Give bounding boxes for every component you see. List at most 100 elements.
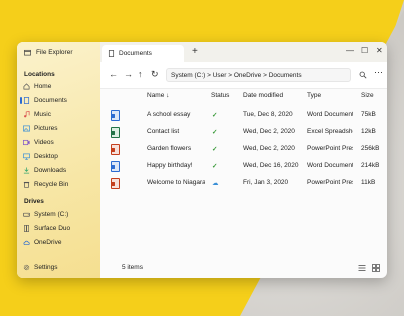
table-row[interactable]: Welcome to Niagara ☁ Fri, Jan 3, 2020 Po… bbox=[100, 174, 387, 191]
file-name: Happy birthday! bbox=[147, 162, 193, 169]
recycle-bin-icon bbox=[23, 181, 30, 188]
gear-icon bbox=[23, 264, 30, 271]
file-type: Word Document bbox=[307, 111, 353, 118]
sidebar-item-system-c[interactable]: System (C:) bbox=[23, 209, 97, 220]
table-row[interactable]: Garden flowers ✓ Wed, Dec 2, 2020 PowerP… bbox=[100, 140, 387, 157]
file-size: 256kB bbox=[361, 145, 380, 152]
cloud-status-icon: ☁ bbox=[212, 180, 219, 187]
file-date: Tue, Dec 8, 2020 bbox=[243, 111, 293, 118]
file-name: Contact list bbox=[147, 128, 180, 135]
file-name: A school essay bbox=[147, 111, 191, 118]
sidebar-item-label: Home bbox=[34, 83, 52, 90]
address-toolbar: ← → ↑ ↻ System (C:) > User > OneDrive > … bbox=[100, 62, 387, 89]
tab-label: Documents bbox=[119, 50, 152, 57]
sidebar-item-label: Videos bbox=[34, 139, 54, 146]
word-file-icon bbox=[111, 161, 120, 172]
desktop-icon bbox=[23, 153, 30, 160]
sidebar-item-label: OneDrive bbox=[34, 239, 62, 246]
address-bar[interactable]: System (C:) > User > OneDrive > Document… bbox=[166, 68, 351, 82]
column-header-type[interactable]: Type bbox=[307, 92, 321, 99]
download-icon bbox=[23, 167, 30, 174]
app-title: File Explorer bbox=[24, 49, 72, 56]
file-date: Wed, Dec 16, 2020 bbox=[243, 162, 299, 169]
drive-icon bbox=[23, 212, 30, 217]
sort-arrow-icon: ↓ bbox=[166, 92, 170, 99]
sidebar-item-pictures[interactable]: Pictures bbox=[23, 123, 97, 134]
column-header-status[interactable]: Status bbox=[211, 92, 229, 99]
sidebar-item-label: System (C:) bbox=[34, 211, 69, 218]
document-icon bbox=[23, 97, 30, 104]
file-date: Wed, Dec 2, 2020 bbox=[243, 145, 295, 152]
sidebar: File Explorer Locations Home Documents M… bbox=[17, 42, 100, 278]
back-button[interactable]: ← bbox=[109, 70, 118, 79]
sync-status-icon: ✓ bbox=[212, 112, 218, 119]
column-headers: Name ↓ Status Date modified Type Size bbox=[100, 88, 387, 104]
sidebar-item-music[interactable]: Music bbox=[23, 109, 97, 120]
excel-file-icon bbox=[111, 127, 120, 138]
column-header-name[interactable]: Name ↓ bbox=[147, 92, 169, 99]
status-bar: 5 items bbox=[100, 258, 387, 278]
address-path: System (C:) > User > OneDrive > Document… bbox=[171, 71, 302, 79]
sidebar-item-desktop[interactable]: Desktop bbox=[23, 151, 97, 162]
close-button[interactable]: ✕ bbox=[376, 46, 383, 55]
app-title-label: File Explorer bbox=[36, 49, 73, 56]
powerpoint-file-icon bbox=[111, 178, 120, 189]
tab-bar: Documents + — ☐ ✕ bbox=[100, 42, 387, 62]
table-row[interactable]: Contact list ✓ Wed, Dec 2, 2020 Excel Sp… bbox=[100, 123, 387, 140]
sidebar-item-label: Desktop bbox=[34, 153, 58, 160]
details-view-icon[interactable] bbox=[358, 264, 366, 272]
drives-heading: Drives bbox=[24, 198, 44, 205]
phone-icon bbox=[24, 225, 29, 232]
main-pane: Documents + — ☐ ✕ ← → ↑ ↻ System (C:) > … bbox=[100, 42, 387, 278]
sidebar-item-documents[interactable]: Documents bbox=[20, 95, 97, 106]
file-type: Excel Spreadsheet bbox=[307, 128, 353, 135]
file-date: Fri, Jan 3, 2020 bbox=[243, 179, 289, 186]
file-type: PowerPoint Presentation bbox=[307, 145, 353, 152]
sidebar-item-surface-duo[interactable]: Surface Duo bbox=[23, 223, 97, 234]
powerpoint-file-icon bbox=[111, 144, 120, 155]
settings-label: Settings bbox=[34, 264, 58, 271]
minimize-button[interactable]: — bbox=[346, 46, 354, 55]
video-icon bbox=[23, 139, 30, 146]
item-count: 5 items bbox=[122, 264, 143, 271]
home-icon bbox=[23, 83, 30, 90]
sidebar-item-recycle-bin[interactable]: Recycle Bin bbox=[23, 179, 97, 190]
sidebar-item-videos[interactable]: Videos bbox=[23, 137, 97, 148]
document-icon bbox=[108, 50, 115, 57]
new-tab-button[interactable]: + bbox=[192, 46, 198, 57]
column-header-size[interactable]: Size bbox=[361, 92, 374, 99]
sidebar-item-label: Recycle Bin bbox=[34, 181, 69, 188]
table-row[interactable]: Happy birthday! ✓ Wed, Dec 16, 2020 Word… bbox=[100, 157, 387, 174]
file-name: Welcome to Niagara bbox=[147, 179, 205, 186]
file-name: Garden flowers bbox=[147, 145, 192, 152]
file-size: 12kB bbox=[361, 128, 376, 135]
more-options-button[interactable]: ⋯ bbox=[374, 68, 383, 77]
file-explorer-window: File Explorer Locations Home Documents M… bbox=[17, 42, 387, 278]
sidebar-item-label: Surface Duo bbox=[34, 225, 71, 232]
search-icon[interactable] bbox=[359, 71, 367, 79]
refresh-button[interactable]: ↻ bbox=[151, 70, 159, 79]
settings-button[interactable]: Settings bbox=[23, 262, 97, 273]
tiles-view-icon[interactable] bbox=[372, 264, 380, 272]
sidebar-item-label: Documents bbox=[34, 97, 67, 104]
table-row[interactable]: A school essay ✓ Tue, Dec 8, 2020 Word D… bbox=[100, 106, 387, 123]
sidebar-item-home[interactable]: Home bbox=[23, 81, 97, 92]
column-header-date[interactable]: Date modified bbox=[243, 92, 283, 99]
sync-status-icon: ✓ bbox=[212, 146, 218, 153]
maximize-button[interactable]: ☐ bbox=[361, 46, 368, 55]
sidebar-item-label: Downloads bbox=[34, 167, 67, 174]
tab-documents[interactable]: Documents bbox=[102, 45, 184, 62]
picture-icon bbox=[23, 125, 30, 132]
up-button[interactable]: ↑ bbox=[138, 70, 143, 79]
file-explorer-icon bbox=[24, 49, 31, 56]
sidebar-item-onedrive[interactable]: OneDrive bbox=[23, 237, 97, 248]
locations-heading: Locations bbox=[24, 71, 55, 78]
sync-status-icon: ✓ bbox=[212, 129, 218, 136]
forward-button[interactable]: → bbox=[124, 70, 133, 79]
music-icon bbox=[24, 111, 30, 118]
word-file-icon bbox=[111, 110, 120, 121]
file-size: 11kB bbox=[361, 179, 376, 186]
sync-status-icon: ✓ bbox=[212, 163, 218, 170]
sidebar-item-downloads[interactable]: Downloads bbox=[23, 165, 97, 176]
cloud-icon bbox=[23, 240, 30, 246]
